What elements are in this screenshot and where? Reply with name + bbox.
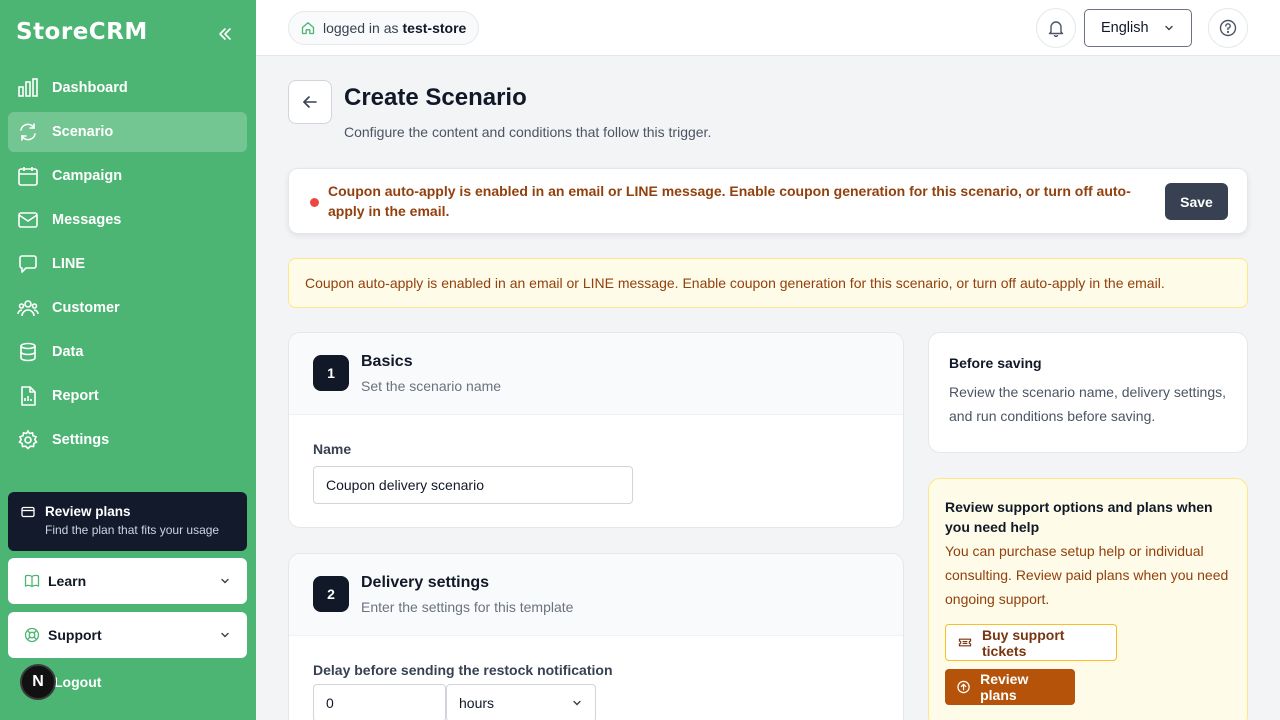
home-icon — [301, 22, 315, 35]
before-saving-card: Before saving Review the scenario name, … — [928, 332, 1248, 453]
brand-logo: StoreCRM — [16, 19, 148, 45]
delivery-title: Delivery settings — [361, 574, 490, 591]
username: test-store — [402, 20, 467, 36]
delay-label: Delay before sending the restock notific… — [313, 662, 613, 678]
logout-button[interactable]: N Logout — [20, 664, 101, 700]
before-saving-description: Review the scenario name, delivery setti… — [949, 384, 1227, 424]
sidebar-item-label: Settings — [52, 432, 110, 448]
review-plans-card[interactable]: Review plans Find the plan that fits you… — [8, 492, 247, 551]
scenario-name-input[interactable] — [313, 466, 633, 504]
chat-icon — [16, 252, 40, 276]
double-chevron-left-icon — [219, 28, 231, 40]
sidebar-item-label: LINE — [52, 256, 86, 272]
delivery-subtitle: Enter the settings for this template — [361, 599, 574, 615]
login-status: logged in as test-store — [288, 11, 480, 45]
before-saving-title: Before saving — [949, 355, 1042, 371]
page-title: Create Scenario — [344, 84, 527, 111]
chevron-down-icon — [573, 700, 581, 706]
delay-unit-select[interactable]: hours — [446, 684, 596, 720]
avatar[interactable]: N — [20, 664, 56, 700]
sidebar-item-data[interactable]: Data — [8, 332, 247, 372]
calendar-icon — [16, 164, 40, 188]
sidebar-item-line[interactable]: LINE — [8, 244, 247, 284]
users-icon — [16, 296, 40, 320]
page-subtitle: Configure the content and conditions tha… — [344, 124, 712, 140]
sidebar-item-scenario[interactable]: Scenario — [8, 112, 247, 152]
sidebar-item-label: Report — [52, 388, 99, 404]
book-icon — [24, 574, 40, 588]
error-dot-icon — [310, 198, 319, 207]
review-plans-title: Review plans — [45, 504, 131, 519]
report-icon — [16, 384, 40, 408]
sidebar-nav: Dashboard Scenario Campaign Messages LIN… — [8, 68, 247, 464]
sidebar-item-label: Campaign — [52, 168, 123, 184]
chevron-down-icon — [1165, 25, 1173, 31]
sidebar-item-campaign[interactable]: Campaign — [8, 156, 247, 196]
support-icon — [24, 627, 40, 643]
language-select[interactable]: English — [1084, 9, 1192, 47]
delivery-header: 2 Delivery settings Enter the settings f… — [289, 554, 903, 636]
top-bar: logged in as test-store English — [256, 0, 1280, 56]
credit-card-icon — [21, 506, 35, 517]
bell-icon — [1048, 21, 1064, 37]
step-number: 2 — [313, 576, 349, 612]
review-plans-label: Review plans — [980, 671, 1029, 703]
support-accordion[interactable]: Support — [8, 612, 247, 658]
support-options-card: Review support options and plans when yo… — [928, 478, 1248, 720]
arrow-up-circle-icon — [957, 680, 970, 694]
sidebar-item-label: Data — [52, 344, 84, 360]
sidebar-item-messages[interactable]: Messages — [8, 200, 247, 240]
login-prefix: logged in as — [323, 20, 399, 36]
review-plans-subtitle: Find the plan that fits your usage — [45, 523, 220, 537]
delay-unit-value: hours — [459, 695, 495, 711]
chevron-down-icon — [221, 632, 229, 638]
help-icon — [1219, 19, 1237, 37]
delay-input[interactable] — [313, 684, 446, 720]
bar-chart-icon — [16, 76, 40, 100]
support-title: Review support options and plans when yo… — [945, 499, 1213, 535]
database-icon — [16, 340, 40, 364]
refresh-icon — [16, 120, 40, 144]
basics-card: 1 Basics Set the scenario name Name — [288, 332, 904, 528]
support-label: Support — [48, 627, 102, 643]
support-description: You can purchase setup help or individua… — [945, 543, 1229, 607]
warning-message: Coupon auto-apply is enabled in an email… — [288, 258, 1248, 308]
basics-header: 1 Basics Set the scenario name — [289, 333, 903, 415]
sidebar-item-settings[interactable]: Settings — [8, 420, 247, 460]
buy-support-tickets-label: Buy support tickets — [982, 626, 1065, 659]
learn-label: Learn — [48, 573, 87, 589]
notifications-button[interactable] — [1036, 8, 1076, 48]
basics-subtitle: Set the scenario name — [361, 378, 502, 394]
step-number: 1 — [313, 355, 349, 391]
sidebar: StoreCRM Dashboard Scenario Campaign Mes… — [0, 0, 256, 720]
name-label: Name — [313, 441, 352, 457]
back-button[interactable] — [288, 80, 332, 124]
sidebar-item-label: Messages — [52, 212, 122, 228]
logout-label: Logout — [54, 674, 102, 690]
save-button[interactable]: Save — [1165, 183, 1228, 220]
gear-icon — [16, 428, 40, 452]
collapse-sidebar-button[interactable] — [214, 23, 236, 45]
sidebar-item-customer[interactable]: Customer — [8, 288, 247, 328]
arrow-left-icon — [303, 96, 317, 108]
sidebar-item-label: Dashboard — [52, 80, 128, 96]
mail-icon — [16, 208, 40, 232]
language-value: English — [1101, 20, 1149, 36]
sidebar-item-label: Scenario — [52, 124, 114, 140]
review-plans-button[interactable]: Review plans — [945, 669, 1075, 705]
help-button[interactable] — [1208, 8, 1248, 48]
delivery-settings-card: 2 Delivery settings Enter the settings f… — [288, 553, 904, 720]
ticket-icon — [958, 638, 972, 647]
sidebar-item-report[interactable]: Report — [8, 376, 247, 416]
basics-title: Basics — [361, 353, 413, 370]
sidebar-item-label: Customer — [52, 300, 120, 316]
buy-support-tickets-button[interactable]: Buy support tickets — [945, 624, 1117, 661]
sidebar-item-dashboard[interactable]: Dashboard — [8, 68, 247, 108]
learn-accordion[interactable]: Learn — [8, 558, 247, 604]
validation-alert: Coupon auto-apply is enabled in an email… — [288, 168, 1248, 234]
alert-message: Coupon auto-apply is enabled in an email… — [328, 183, 1131, 219]
chevron-down-icon — [221, 578, 229, 584]
